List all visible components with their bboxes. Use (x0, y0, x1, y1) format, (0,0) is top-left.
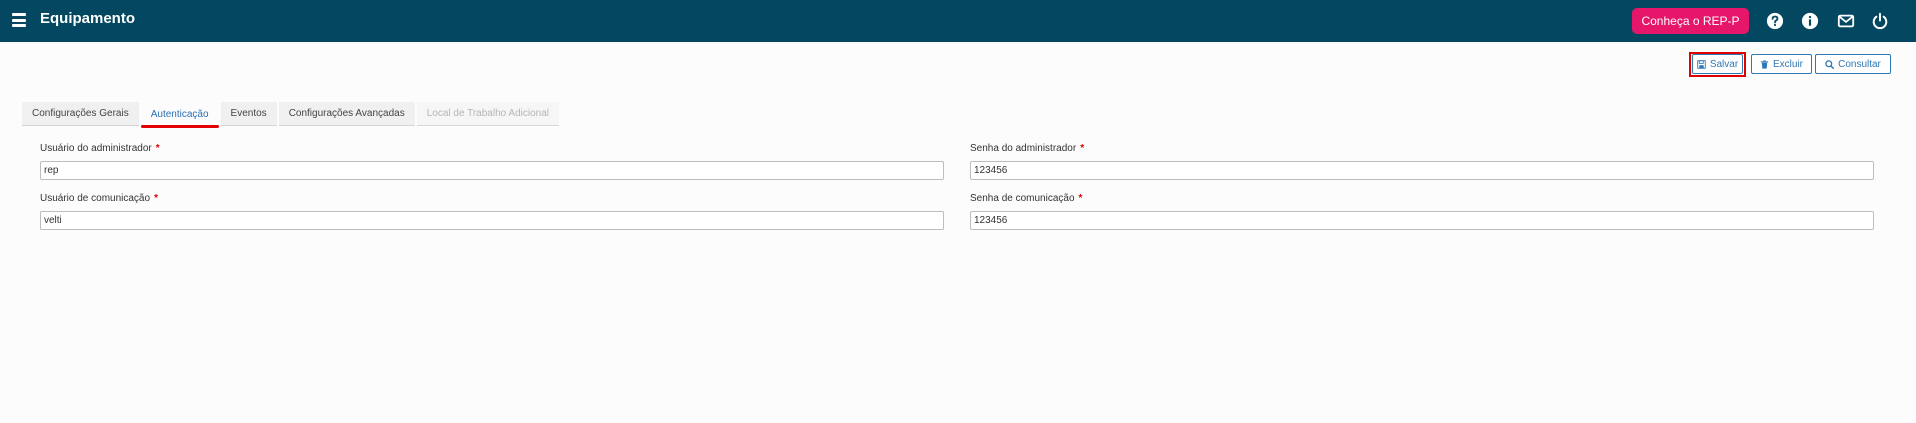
comm-password-field[interactable] (970, 211, 1874, 230)
floppy-disk-icon (1697, 59, 1706, 69)
search-button-label: Consultar (1838, 58, 1881, 70)
comm-user-label-text: Usuário de comunicação (40, 193, 151, 204)
comm-password-label-text: Senha de comunicação (970, 193, 1075, 204)
comm-user-field[interactable] (40, 211, 944, 230)
delete-button-label: Excluir (1772, 58, 1803, 70)
admin-password-label-text: Senha do administrador (970, 143, 1077, 154)
search-icon (1825, 59, 1835, 69)
admin-user-label: Usuário do administrador * (40, 143, 160, 154)
comm-user-label: Usuário de comunicação * (40, 193, 158, 204)
delete-button[interactable]: Excluir (1751, 54, 1812, 74)
trash-icon (1760, 59, 1769, 69)
mail-icon[interactable] (1836, 11, 1856, 31)
required-mark: * (1078, 193, 1083, 204)
page-title: Equipamento (40, 10, 136, 27)
top-bar: Equipamento Conheça o REP-P (0, 0, 1916, 42)
admin-user-label-text: Usuário do administrador (40, 143, 152, 154)
tab-eventos[interactable]: Eventos (220, 102, 277, 126)
required-mark: * (154, 193, 158, 204)
tab-local-de-trabalho-adicional: Local de Trabalho Adicional (416, 102, 560, 126)
comm-password-label: Senha de comunicação * (970, 193, 1082, 204)
tab-configuracoes-avancadas[interactable]: Configurações Avançadas (278, 102, 415, 126)
info-icon[interactable] (1800, 11, 1820, 31)
admin-password-field[interactable] (970, 161, 1874, 180)
tab-bar: Configurações Gerais Autenticação Evento… (22, 102, 560, 128)
save-button[interactable]: Salvar (1692, 54, 1743, 74)
required-mark: * (155, 143, 160, 154)
required-mark: * (1080, 143, 1085, 154)
admin-password-label: Senha do administrador * (970, 143, 1084, 154)
tab-autenticacao[interactable]: Autenticação (140, 102, 219, 128)
hamburger-menu-icon[interactable] (12, 13, 26, 27)
search-button[interactable]: Consultar (1815, 54, 1891, 74)
help-icon[interactable] (1765, 11, 1785, 31)
save-button-label: Salvar (1709, 58, 1739, 70)
rep-p-button[interactable]: Conheça o REP-P (1632, 8, 1749, 34)
power-icon[interactable] (1870, 11, 1890, 31)
tab-configuracoes-gerais[interactable]: Configurações Gerais (22, 102, 139, 126)
admin-user-field[interactable] (40, 161, 944, 180)
